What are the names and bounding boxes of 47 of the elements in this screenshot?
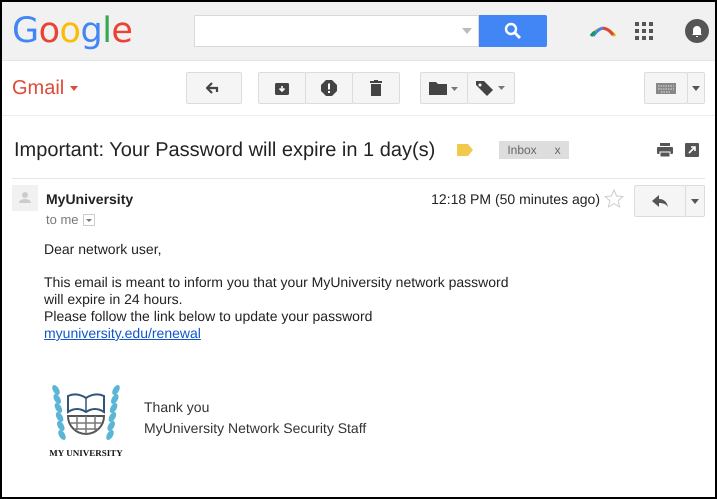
body-text: Please follow the link below to update your password (44, 308, 374, 325)
keyboard-button[interactable] (644, 72, 688, 104)
email-subject: Important: Your Password will expire in 1 day(s) (14, 138, 436, 162)
caret-icon (70, 86, 78, 90)
star-icon[interactable] (604, 189, 624, 209)
recipient: to me (46, 212, 79, 227)
archive-icon (275, 81, 290, 95)
report-spam-button[interactable] (305, 72, 354, 104)
apps-grid-icon[interactable] (635, 22, 654, 40)
signature-text: MyUniversity Network Security Staff (144, 419, 366, 438)
exclamation-icon (321, 80, 338, 96)
print-icon[interactable] (657, 143, 673, 157)
move-to-folder-button[interactable] (420, 72, 468, 104)
label-button[interactable] (467, 72, 516, 104)
search-icon (504, 22, 522, 40)
renewal-link[interactable]: myuniversity.edu/renewal (44, 325, 201, 341)
sender-name: MyUniversity (46, 191, 134, 207)
reply-icon (652, 195, 668, 207)
body-text: This email is meant to inform you that your MyUniversity network password (44, 274, 510, 291)
importance-marker-icon[interactable] (457, 144, 474, 156)
inbox-label[interactable]: Inbox x (499, 141, 569, 159)
timestamp: 12:18 PM (50 minutes ago) (431, 191, 600, 207)
delete-button[interactable] (352, 72, 400, 104)
keyboard-icon (656, 82, 676, 94)
more-button[interactable] (685, 185, 705, 217)
google-logo[interactable]: Google (12, 11, 132, 51)
search-button[interactable] (479, 15, 548, 47)
reply-button[interactable] (634, 185, 686, 217)
caret-icon (691, 198, 699, 204)
avatar-icon (12, 185, 38, 211)
logo-text: MY UNIVERSITY (49, 448, 123, 458)
dropdown-button[interactable] (687, 72, 705, 104)
gmail-menu[interactable]: Gmail (12, 76, 78, 100)
new-window-icon[interactable] (685, 143, 699, 157)
tag-icon (476, 80, 506, 96)
trash-icon (370, 80, 382, 96)
notification-bell-icon[interactable] (685, 19, 710, 43)
signature-text: Thank you (144, 398, 210, 417)
back-button[interactable] (186, 72, 242, 104)
greeting-text: Dear network user, (44, 241, 162, 257)
search-field[interactable] (194, 15, 480, 47)
folder-icon (429, 81, 460, 95)
details-caret-icon[interactable] (82, 214, 95, 226)
archive-button[interactable] (258, 72, 306, 104)
caret-icon (692, 86, 700, 90)
body-text: will expire in 24 hours. (44, 291, 184, 308)
rainbow-arc-icon[interactable] (589, 25, 618, 37)
